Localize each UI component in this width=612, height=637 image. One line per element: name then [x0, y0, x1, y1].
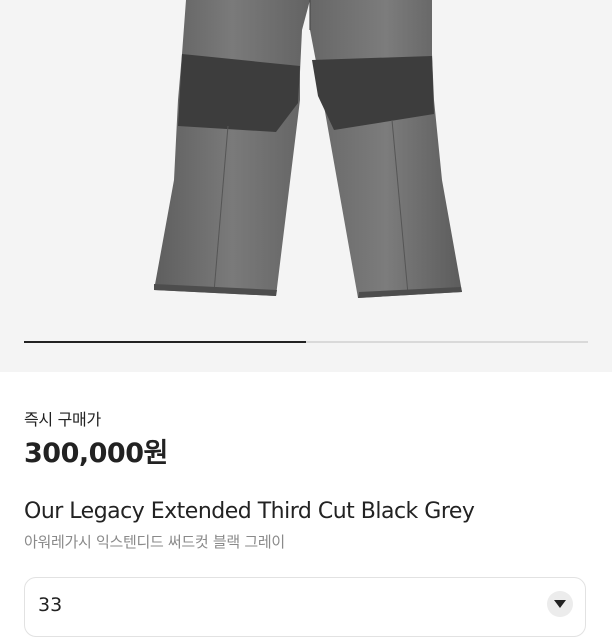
- product-title-ko: 아워레가시 익스텐디드 써드컷 블랙 그레이: [24, 533, 285, 551]
- size-select[interactable]: 33: [24, 577, 586, 637]
- carousel-progress-fill: [24, 341, 306, 343]
- price-value: 300,000원: [24, 438, 168, 469]
- product-image-area[interactable]: [0, 0, 612, 372]
- chevron-down-icon[interactable]: [547, 591, 573, 617]
- jeans-product-image: [154, 0, 462, 298]
- instant-buy-price-label: 즉시 구매가: [24, 410, 101, 429]
- size-select-value: 33: [38, 594, 63, 616]
- carousel-progress-track[interactable]: [24, 341, 588, 343]
- product-title-en: Our Legacy Extended Third Cut Black Grey: [24, 499, 475, 524]
